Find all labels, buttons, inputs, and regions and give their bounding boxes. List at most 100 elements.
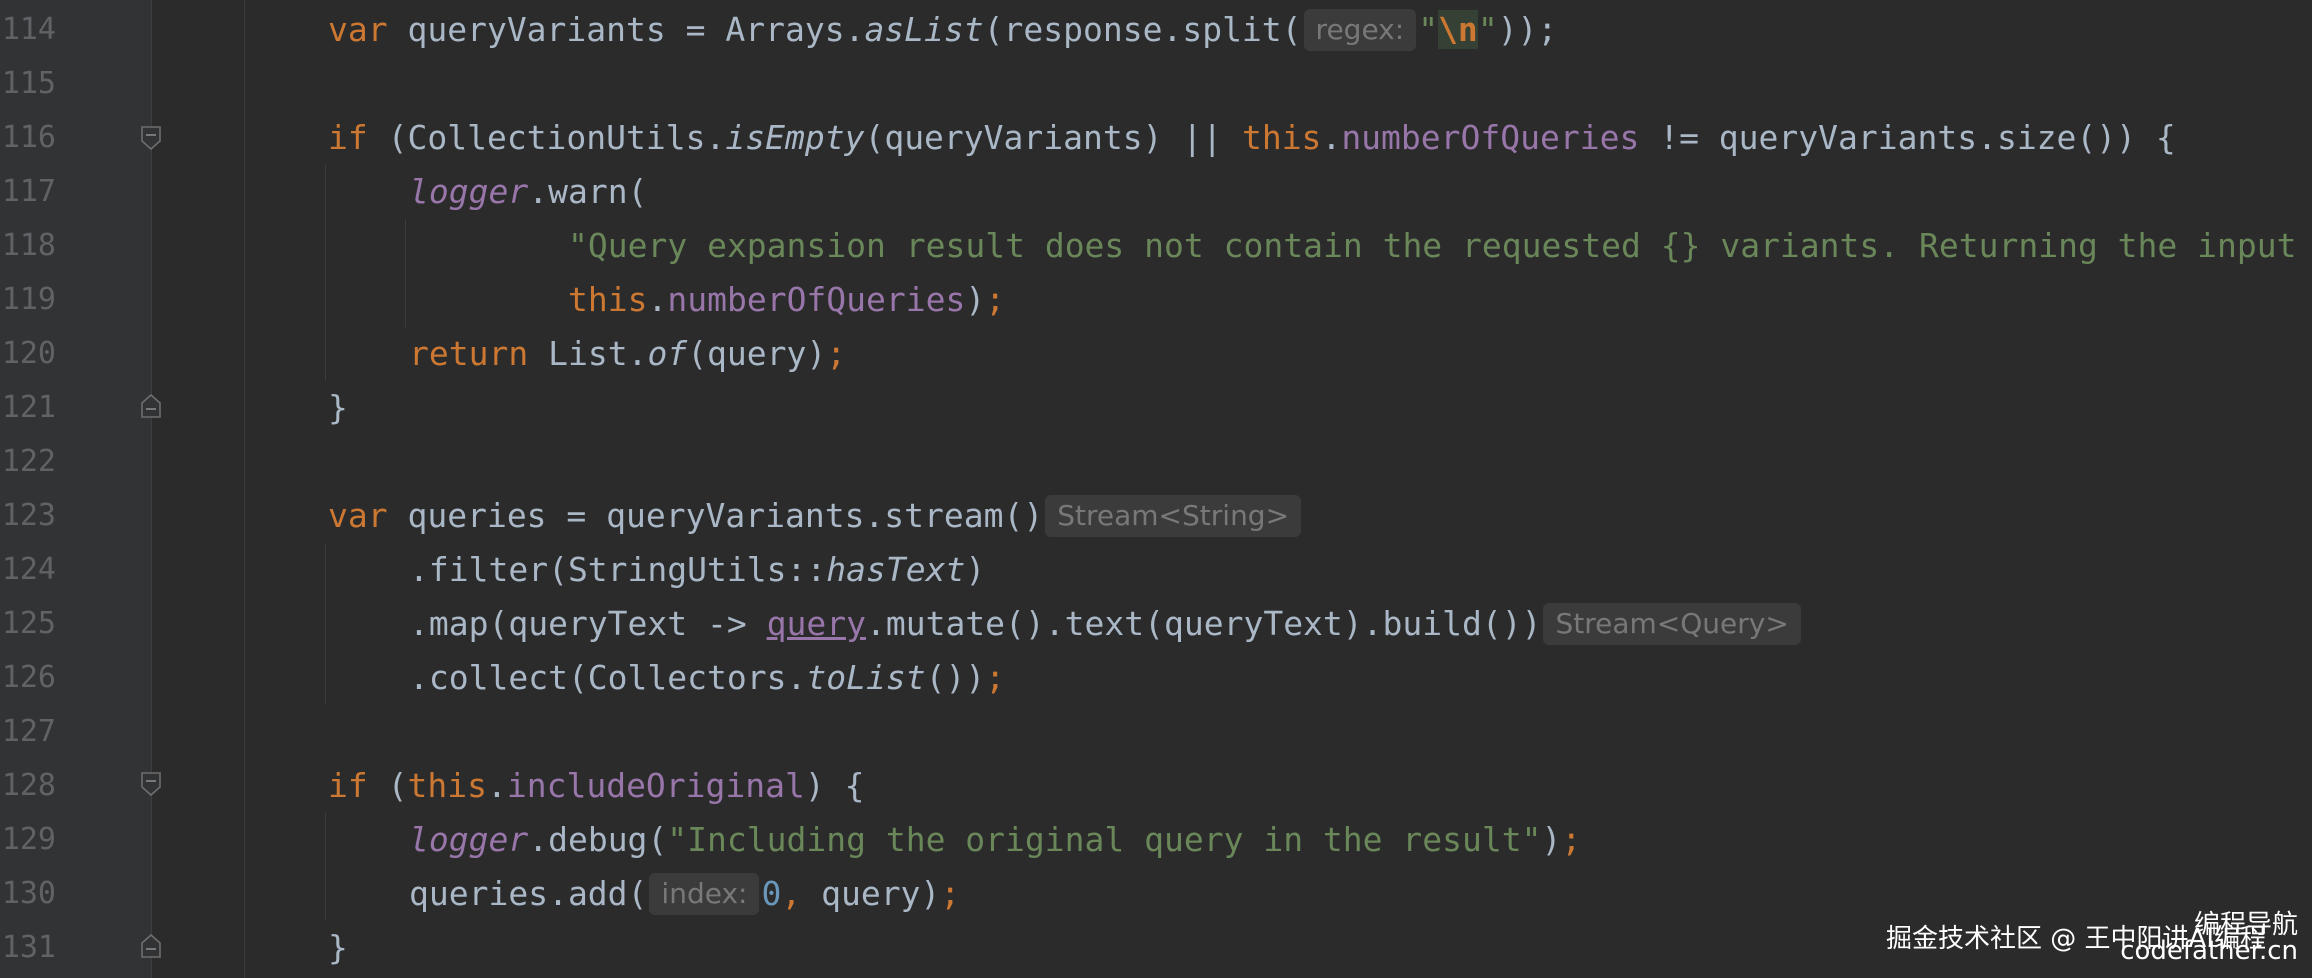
keyword: var	[328, 496, 388, 535]
field-name: numberOfQueries	[667, 280, 966, 319]
keyword: this	[1241, 118, 1322, 157]
line-number: 129	[1, 822, 56, 857]
code-text: queries = queryVariants.stream()	[387, 496, 1044, 535]
escape-sequence: \n	[1438, 10, 1478, 49]
string-literal: "	[1477, 10, 1498, 49]
line-number: 124	[1, 552, 56, 587]
string-literal: "	[1418, 10, 1439, 49]
line-number: 117	[1, 174, 56, 209]
code-line-118[interactable]: "Query expansion result does not contain…	[568, 219, 2297, 273]
indent-guide	[405, 219, 406, 327]
code-text: query)	[801, 874, 941, 913]
code-text: != queryVariants.size()) {	[1639, 118, 2176, 157]
keyword: return	[409, 334, 529, 373]
punctuation: ;	[1561, 820, 1582, 859]
line-number-gutter[interactable]: 114 115 116 117 118 119 120 121 122 123 …	[0, 0, 152, 978]
keyword: this	[407, 766, 487, 805]
indent-guide	[325, 813, 326, 921]
line-number: 121	[1, 390, 56, 425]
field-name: logger	[409, 820, 529, 859]
code-text: .mutate().text(queryText).build())	[865, 604, 1542, 643]
field-name: includeOriginal	[506, 766, 805, 805]
keyword: this	[568, 280, 648, 319]
code-line-120[interactable]: return List.of(query);	[409, 327, 846, 381]
code-text: )	[965, 280, 986, 319]
code-line-130[interactable]: queries.add(index: 0, query);	[409, 867, 960, 921]
field-name: numberOfQueries	[1341, 118, 1640, 157]
method-name: toList	[806, 658, 926, 697]
keyword: if	[328, 766, 368, 805]
string-literal: "Query expansion result does not contain…	[568, 226, 2297, 265]
punctuation: ;	[985, 658, 1006, 697]
line-number: 122	[1, 444, 56, 479]
code-line-117[interactable]: logger.warn(	[409, 165, 647, 219]
code-text: (	[367, 766, 408, 805]
method-name: of	[647, 334, 688, 373]
code-line-126[interactable]: .collect(Collectors.toList());	[409, 651, 1005, 705]
code-text: (queryVariants) ||	[864, 118, 1242, 157]
fold-close-icon[interactable]	[140, 933, 162, 959]
method-name: hasText	[826, 550, 966, 589]
code-text: .	[647, 280, 668, 319]
code-line-119[interactable]: this.numberOfQueries);	[568, 273, 1005, 327]
code-line-121[interactable]: }	[328, 381, 348, 435]
indent-guide	[244, 0, 245, 978]
line-number: 116	[1, 120, 56, 155]
fold-open-icon[interactable]	[140, 771, 162, 797]
keyword: if	[328, 118, 368, 157]
code-text: (CollectionUtils.	[367, 118, 726, 157]
line-number: 118	[1, 228, 56, 263]
line-number: 123	[1, 498, 56, 533]
code-line-131[interactable]: }	[328, 921, 348, 975]
type-hint: Stream<Query>	[1543, 603, 1801, 645]
code-line-125[interactable]: .map(queryText -> query.mutate().text(qu…	[409, 597, 1803, 651]
code-text: .debug(	[528, 820, 668, 859]
parameter-hint: index:	[649, 873, 760, 915]
string-literal: "Including the original query in the res…	[667, 820, 1542, 859]
punctuation: ;	[940, 874, 961, 913]
code-text: }	[328, 388, 348, 427]
line-number: 131	[1, 930, 56, 965]
code-text: )	[965, 550, 986, 589]
line-number: 119	[1, 282, 56, 317]
code-line-124[interactable]: .filter(StringUtils::hasText)	[409, 543, 985, 597]
method-name: asList	[864, 10, 984, 49]
method-name: isEmpty	[725, 118, 865, 157]
code-line-114[interactable]: var queryVariants = Arrays.asList(respon…	[328, 3, 1557, 57]
code-line-129[interactable]: logger.debug("Including the original que…	[409, 813, 1581, 867]
line-number: 126	[1, 660, 56, 695]
type-hint: Stream<String>	[1045, 495, 1302, 537]
code-text: ())	[925, 658, 986, 697]
code-line-123[interactable]: var queries = queryVariants.stream() Stre…	[328, 489, 1303, 543]
keyword: var	[328, 10, 388, 49]
variable-reference[interactable]: query	[767, 604, 866, 643]
code-text: }	[328, 928, 348, 967]
line-number: 128	[1, 768, 56, 803]
code-text: )	[1541, 820, 1562, 859]
code-text: .warn(	[528, 172, 648, 211]
code-editor[interactable]: 114 115 116 117 118 119 120 121 122 123 …	[0, 0, 2312, 978]
code-text: .	[1321, 118, 1342, 157]
punctuation: ,	[781, 874, 802, 913]
code-text: List.	[528, 334, 648, 373]
line-number: 130	[1, 876, 56, 911]
line-number: 120	[1, 336, 56, 371]
fold-open-icon[interactable]	[140, 125, 162, 151]
fold-close-icon[interactable]	[140, 393, 162, 419]
line-number: 115	[1, 66, 56, 101]
code-text: ));	[1497, 10, 1558, 49]
code-text: .filter(StringUtils::	[409, 550, 827, 589]
indent-guide	[325, 543, 326, 705]
code-line-116[interactable]: if (CollectionUtils.isEmpty(queryVariant…	[328, 111, 2176, 165]
code-line-128[interactable]: if (this.includeOriginal) {	[328, 759, 864, 813]
line-number: 125	[1, 606, 56, 641]
code-text: ) {	[804, 766, 865, 805]
line-number: 127	[1, 714, 56, 749]
watermark-line: codefather.cn	[2120, 936, 2298, 966]
indent-guide	[325, 165, 326, 381]
parameter-hint: regex:	[1303, 9, 1417, 51]
code-text: (query)	[687, 334, 827, 373]
punctuation: ;	[985, 280, 1006, 319]
code-text: .map(queryText ->	[409, 604, 767, 643]
code-text: .	[486, 766, 507, 805]
